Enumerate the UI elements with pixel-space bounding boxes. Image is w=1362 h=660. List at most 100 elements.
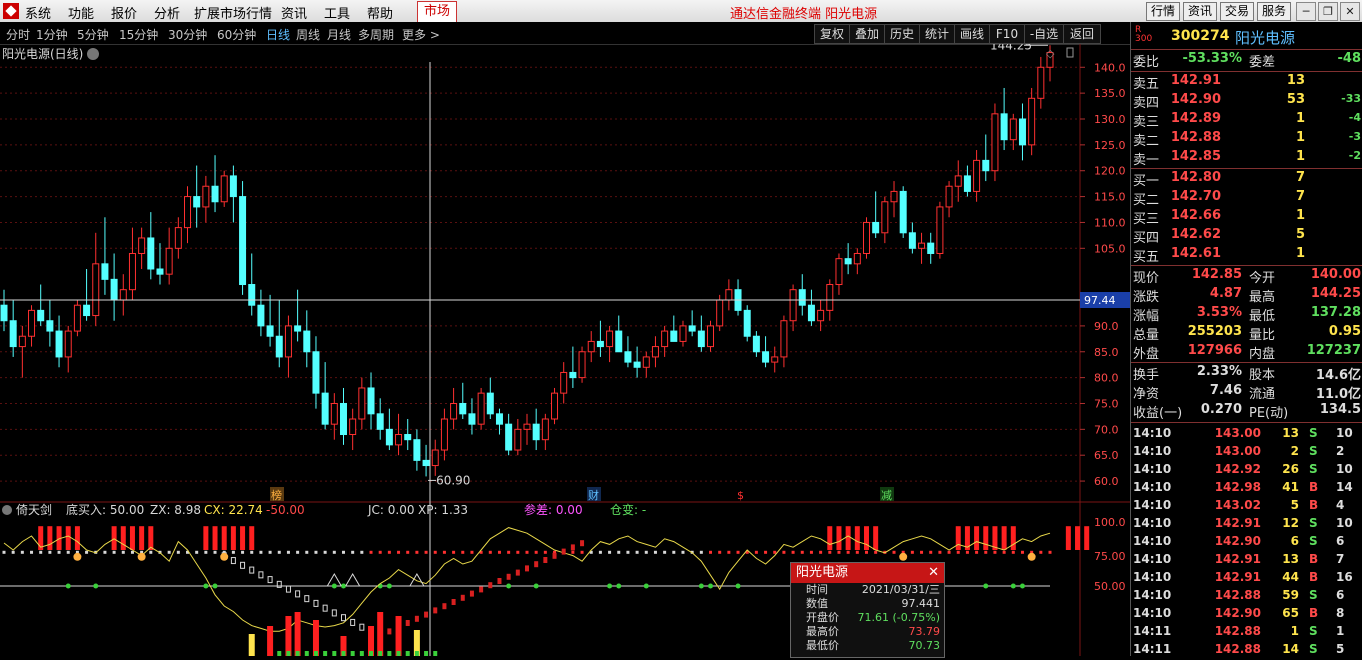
indicator-dot bbox=[846, 550, 850, 554]
indicator-dot bbox=[681, 550, 685, 554]
tab-1min[interactable]: 1分钟 bbox=[36, 26, 68, 43]
menu-tools[interactable]: 工具 bbox=[324, 3, 350, 22]
tab-multi-period[interactable]: 多周期 bbox=[358, 26, 394, 43]
menu-quote[interactable]: 报价 bbox=[111, 3, 137, 22]
draw-line-button[interactable]: 画线 bbox=[954, 24, 990, 44]
tooltip-close-icon[interactable]: ✕ bbox=[928, 563, 939, 583]
hand-signal-icon bbox=[220, 552, 229, 561]
indicator-dot bbox=[341, 550, 345, 554]
service-button[interactable]: 服务 bbox=[1257, 2, 1291, 21]
green-signal bbox=[331, 583, 337, 589]
menu-help[interactable]: 帮助 bbox=[367, 3, 393, 22]
green-bar bbox=[323, 651, 328, 656]
market-button[interactable]: 市场 bbox=[417, 1, 457, 23]
divider bbox=[1131, 362, 1362, 363]
candle-body bbox=[771, 356, 779, 363]
candle-body bbox=[138, 237, 146, 254]
candle-body bbox=[321, 392, 329, 425]
tick-row[interactable]: 14:10 143.00 2 S 2 bbox=[1131, 444, 1362, 462]
green-signal bbox=[65, 583, 71, 589]
f10-button[interactable]: F10 bbox=[989, 24, 1025, 44]
tooltip-value: 97.441 bbox=[901, 597, 941, 610]
green-signal bbox=[506, 583, 512, 589]
stat-value: 144.25 bbox=[1310, 286, 1361, 301]
tick-row[interactable]: 14:10 142.90 65 B 8 bbox=[1131, 606, 1362, 624]
tooltip-value: 71.61 (-0.75%) bbox=[857, 611, 940, 624]
fundamental-row: 收益(一) 0.270 PE(动) 134.5 bbox=[1131, 402, 1362, 421]
menu-news[interactable]: 资讯 bbox=[281, 3, 307, 22]
tab-weekly[interactable]: 周线 bbox=[296, 26, 320, 43]
menu-extended-market[interactable]: 扩展市场行情 bbox=[194, 3, 272, 22]
tick-price: 142.92 bbox=[1214, 462, 1261, 476]
tab-15min[interactable]: 15分钟 bbox=[119, 26, 158, 43]
trade-button[interactable]: 交易 bbox=[1220, 2, 1254, 21]
back-button[interactable]: 返回 bbox=[1063, 24, 1101, 44]
green-bar bbox=[433, 651, 438, 656]
menu-system[interactable]: 系统 bbox=[25, 3, 51, 22]
indicator-dot bbox=[617, 550, 621, 554]
tick-row[interactable]: 14:10 142.91 13 B 7 bbox=[1131, 552, 1362, 570]
tick-price: 142.88 bbox=[1214, 642, 1261, 656]
strength-bar bbox=[267, 626, 274, 656]
tooltip-row-value: 数值 97.441 bbox=[791, 597, 944, 611]
tick-row[interactable]: 14:10 142.92 26 S 10 bbox=[1131, 462, 1362, 480]
tick-row[interactable]: 14:10 142.91 44 B 16 bbox=[1131, 570, 1362, 588]
tick-row[interactable]: 14:10 142.91 12 S 10 bbox=[1131, 516, 1362, 534]
restore-icon[interactable]: ❐ bbox=[1318, 2, 1338, 21]
menu-analysis[interactable]: 分析 bbox=[154, 3, 180, 22]
history-button[interactable]: 历史 bbox=[884, 24, 920, 44]
candle-body bbox=[202, 185, 210, 208]
statistics-button[interactable]: 统计 bbox=[919, 24, 955, 44]
stat-label: 内盘 bbox=[1249, 347, 1276, 362]
tab-timeshare[interactable]: 分时 bbox=[6, 26, 30, 43]
indicator-menu-icon[interactable] bbox=[2, 505, 12, 515]
candle-body bbox=[789, 289, 797, 322]
tick-row[interactable]: 14:10 143.02 5 B 4 bbox=[1131, 498, 1362, 516]
tick-row[interactable]: 14:11 142.88 1 S 1 bbox=[1131, 624, 1362, 642]
tick-row[interactable]: 14:10 142.98 41 B 14 bbox=[1131, 480, 1362, 498]
marker-dollar-label[interactable]: $ bbox=[737, 489, 744, 502]
tick-volume: 6 bbox=[1290, 534, 1299, 548]
tab-daily[interactable]: 日线 bbox=[266, 26, 290, 43]
indicator-dot bbox=[507, 550, 511, 554]
adjust-button[interactable]: 复权 bbox=[814, 24, 850, 44]
tick-time: 14:10 bbox=[1133, 480, 1172, 494]
tick-row[interactable]: 14:10 142.88 59 S 6 bbox=[1131, 588, 1362, 606]
tick-row[interactable]: 14:10 142.90 6 S 6 bbox=[1131, 534, 1362, 552]
tab-more[interactable]: 更多 > bbox=[402, 26, 440, 43]
step-marker bbox=[340, 614, 346, 622]
overlay-button[interactable]: 叠加 bbox=[849, 24, 885, 44]
diamond-icon[interactable]: ◇ bbox=[1046, 47, 1055, 60]
green-signal bbox=[983, 583, 989, 589]
tick-price: 142.91 bbox=[1214, 552, 1261, 566]
stat-value: 4.87 bbox=[1209, 286, 1242, 301]
tab-5min[interactable]: 5分钟 bbox=[77, 26, 109, 43]
panel-toggle-icon[interactable] bbox=[1066, 47, 1074, 58]
tick-price: 142.90 bbox=[1214, 606, 1261, 620]
high-annotation: 144.25 bbox=[990, 44, 1048, 52]
chart-menu-icon[interactable] bbox=[87, 48, 99, 60]
stat-value: 0.95 bbox=[1328, 324, 1361, 339]
news-button[interactable]: 资讯 bbox=[1183, 2, 1217, 21]
green-signal bbox=[340, 583, 346, 589]
tab-monthly[interactable]: 月线 bbox=[327, 26, 351, 43]
candle-body bbox=[119, 289, 127, 301]
candle-body bbox=[1037, 66, 1045, 99]
kline-chart[interactable]: 140.0 135.0 130.0 125.0 120.0 115.0 110.0 105.0… bbox=[0, 44, 1130, 656]
tab-60min[interactable]: 60分钟 bbox=[217, 26, 256, 43]
tick-row[interactable]: 14:11 142.88 14 S 5 bbox=[1131, 642, 1362, 660]
indicator-dot bbox=[1048, 550, 1052, 554]
tick-row[interactable]: 14:10 143.00 13 S 10 bbox=[1131, 426, 1362, 444]
signal-bar bbox=[974, 526, 980, 550]
stat-value: 3.53% bbox=[1196, 305, 1242, 320]
quote-button[interactable]: 行情 bbox=[1146, 2, 1180, 21]
ask-volume: 1 bbox=[1295, 149, 1305, 164]
minimize-icon[interactable]: ─ bbox=[1296, 2, 1316, 21]
indicator-dot bbox=[277, 550, 281, 554]
candle-body bbox=[991, 113, 999, 172]
menu-function[interactable]: 功能 bbox=[68, 3, 94, 22]
tab-30min[interactable]: 30分钟 bbox=[168, 26, 207, 43]
watchlist-button[interactable]: -自选 bbox=[1024, 24, 1064, 44]
indicator-dot bbox=[920, 550, 924, 554]
close-icon[interactable]: ✕ bbox=[1340, 2, 1360, 21]
